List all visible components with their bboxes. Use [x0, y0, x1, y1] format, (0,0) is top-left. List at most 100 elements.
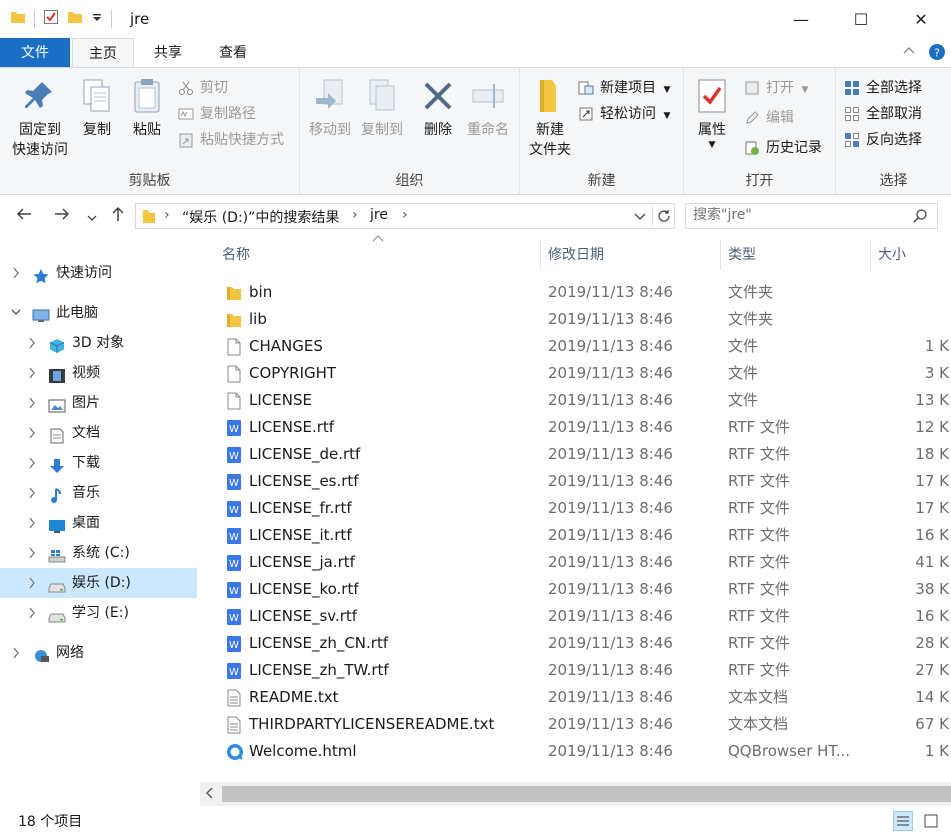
delete-button[interactable]: 删除 [416, 76, 460, 140]
file-row[interactable]: W LICENSE_sv.rtf 2019/11/13 8:46 RTF 文件 16 K [200, 603, 951, 630]
large-icons-view-button[interactable] [921, 811, 941, 831]
copy-path-icon [178, 106, 194, 122]
horizontal-scrollbar[interactable] [200, 782, 951, 806]
paste-shortcut-button[interactable]: 粘贴快捷方式 [178, 129, 284, 151]
easy-access-button[interactable]: 轻松访问 ▼ [578, 103, 670, 125]
scroll-left-arrow-icon[interactable] [205, 785, 215, 805]
copy-path-button[interactable]: 复制路径 [178, 103, 256, 125]
up-arrow-icon[interactable] [108, 204, 128, 229]
refresh-icon[interactable] [656, 208, 672, 228]
word-rtf-icon: W [226, 419, 242, 437]
file-row[interactable]: W LICENSE_zh_CN.rtf 2019/11/13 8:46 RTF 文件 2… [200, 630, 951, 657]
open-button[interactable]: 打开 ▼ [744, 77, 808, 99]
address-dropdown-chevron-icon[interactable] [634, 210, 646, 226]
nav-tree-item[interactable]: 快速访问 [0, 258, 197, 288]
rename-button[interactable]: 重命名 [462, 76, 514, 140]
nav-tree-item[interactable]: 系统 (C:) [0, 538, 197, 568]
recent-locations-chevron-icon[interactable] [86, 208, 98, 229]
nav-tree-item[interactable]: 图片 [0, 388, 197, 418]
edit-button[interactable]: 编辑 [744, 107, 794, 129]
file-row[interactable]: W LICENSE_it.rtf 2019/11/13 8:46 RTF 文件 16 K [200, 522, 951, 549]
minimize-button[interactable]: — [771, 0, 831, 38]
file-row[interactable]: W LICENSE_ja.rtf 2019/11/13 8:46 RTF 文件 41 K [200, 549, 951, 576]
paste-button[interactable]: 粘贴 [124, 76, 170, 140]
nav-tree-item[interactable]: 此电脑 [0, 298, 197, 328]
properties-checkbox-icon[interactable] [43, 9, 59, 29]
chevron-right-icon[interactable] [10, 258, 22, 299]
file-row[interactable]: W LICENSE.rtf 2019/11/13 8:46 RTF 文件 12 K [200, 414, 951, 441]
breadcrumb-chevron-icon[interactable]: › [402, 207, 408, 223]
back-arrow-icon[interactable] [14, 204, 34, 229]
breadcrumb-chevron-icon[interactable]: › [164, 207, 170, 223]
select-none-button[interactable]: 全部取消 [844, 103, 922, 125]
tab-home[interactable]: 主页 [72, 38, 134, 68]
file-row[interactable]: Welcome.html 2019/11/13 8:46 QQBrowser HT.… [200, 738, 951, 765]
nav-tree-item[interactable]: 视频 [0, 358, 197, 388]
column-header-date[interactable]: 修改日期 [548, 242, 604, 268]
search-icon[interactable] [912, 208, 928, 228]
search-box[interactable] [685, 203, 938, 229]
forward-arrow-icon[interactable] [52, 204, 72, 229]
copy-button[interactable]: 复制 [74, 76, 120, 140]
select-all-button[interactable]: 全部选择 [844, 77, 922, 99]
pin-quick-access-button[interactable]: 固定到 快速访问 [8, 76, 72, 160]
copy-to-button[interactable]: 复制到 [356, 76, 408, 140]
word-rtf-icon: W [226, 581, 242, 599]
column-header-name[interactable]: 名称 [222, 242, 250, 268]
column-header-size[interactable]: 大小 [878, 242, 906, 268]
column-header-type[interactable]: 类型 [728, 242, 756, 268]
file-row[interactable]: bin 2019/11/13 8:46 文件夹 [200, 279, 951, 306]
file-row[interactable]: W LICENSE_ko.rtf 2019/11/13 8:46 RTF 文件 38 K [200, 576, 951, 603]
collapse-ribbon-icon[interactable] [902, 44, 916, 60]
tab-file[interactable]: 文件 [0, 38, 70, 68]
svg-text:W: W [229, 478, 239, 489]
file-row[interactable]: W LICENSE_es.rtf 2019/11/13 8:46 RTF 文件 17 K [200, 468, 951, 495]
select-group-label: 选择 [879, 173, 908, 189]
file-row[interactable]: W LICENSE_de.rtf 2019/11/13 8:46 RTF 文件 18 K [200, 441, 951, 468]
details-view-button[interactable] [893, 811, 913, 831]
search-input[interactable] [693, 207, 903, 223]
cut-button[interactable]: 剪切 [178, 77, 228, 99]
invert-selection-button[interactable]: 反向选择 [844, 129, 922, 151]
tab-share[interactable]: 共享 [140, 38, 196, 68]
nav-tree-item[interactable]: 桌面 [0, 508, 197, 538]
nav-tree-item[interactable]: 文档 [0, 418, 197, 448]
breadcrumb-jre[interactable]: jre [370, 207, 388, 223]
chevron-right-icon[interactable] [10, 638, 22, 679]
file-row[interactable]: W LICENSE_fr.rtf 2019/11/13 8:46 RTF 文件 17 K [200, 495, 951, 522]
file-row[interactable]: COPYRIGHT 2019/11/13 8:46 文件 3 K [200, 360, 951, 387]
history-button[interactable]: 历史记录 [744, 137, 822, 159]
svg-text:W: W [229, 613, 239, 624]
chevron-right-icon[interactable] [26, 598, 38, 639]
scrollbar-thumb[interactable] [222, 786, 951, 802]
address-bar[interactable]: › “娱乐 (D:)”中的搜索结果 › jre › [135, 203, 675, 229]
nav-tree-item[interactable]: 网络 [0, 638, 197, 668]
nav-tree-item[interactable]: 3D 对象 [0, 328, 197, 358]
breadcrumb-chevron-icon[interactable]: › [352, 207, 358, 223]
tab-view[interactable]: 查看 [204, 38, 262, 68]
qqbrowser-icon [226, 743, 243, 761]
nav-tree-item[interactable]: 学习 (E:) [0, 598, 197, 628]
column-divider[interactable] [720, 240, 721, 270]
help-icon[interactable]: ? [929, 44, 945, 60]
new-folder-icon[interactable] [67, 9, 83, 29]
file-row[interactable]: README.txt 2019/11/13 8:46 文本文档 14 K [200, 684, 951, 711]
file-row[interactable]: W LICENSE_zh_TW.rtf 2019/11/13 8:46 RTF 文件 2… [200, 657, 951, 684]
breadcrumb-search-results[interactable]: “娱乐 (D:)”中的搜索结果 [182, 207, 339, 227]
new-item-button[interactable]: 新建项目 ▼ [578, 77, 670, 99]
nav-tree-item[interactable]: 娱乐 (D:) [0, 568, 197, 598]
nav-tree-item[interactable]: 下载 [0, 448, 197, 478]
properties-button[interactable]: 属性 ▼ [688, 76, 736, 150]
close-button[interactable]: ✕ [891, 0, 951, 38]
column-divider[interactable] [540, 240, 541, 270]
customize-dropdown-icon[interactable] [91, 9, 103, 29]
file-row[interactable]: CHANGES 2019/11/13 8:46 文件 1 K [200, 333, 951, 360]
nav-tree-item[interactable]: 音乐 [0, 478, 197, 508]
file-row[interactable]: lib 2019/11/13 8:46 文件夹 [200, 306, 951, 333]
file-row[interactable]: LICENSE 2019/11/13 8:46 文件 13 K [200, 387, 951, 414]
column-divider[interactable] [870, 240, 871, 270]
maximize-button[interactable]: ☐ [831, 0, 891, 38]
new-folder-button[interactable]: 新建 文件夹 [524, 76, 576, 160]
move-to-button[interactable]: 移动到 [304, 76, 356, 140]
file-row[interactable]: THIRDPARTYLICENSEREADME.txt 2019/11/13 8:… [200, 711, 951, 738]
